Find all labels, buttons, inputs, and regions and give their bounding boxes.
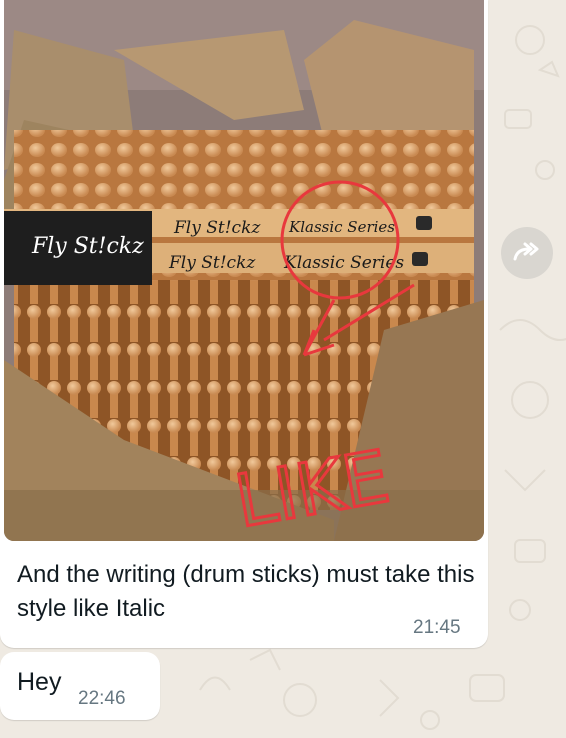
message-caption: And the writing (drum sticks) must take …: [17, 561, 475, 622]
stick-series-text-2: Klassic Series: [283, 253, 404, 273]
message-text: Hey: [17, 668, 62, 696]
forward-icon: [513, 242, 539, 261]
text-message-bubble[interactable]: Hey 22:46: [0, 652, 160, 720]
message-time: 22:46: [78, 688, 126, 709]
image-message-bubble[interactable]: Fly St!ckz Fly St!ckz Fly St!ckz Klassic…: [0, 0, 488, 648]
brand-text-label: Fly St!ckz: [31, 234, 144, 259]
message-photo[interactable]: Fly St!ckz Fly St!ckz Fly St!ckz Klassic…: [4, 0, 484, 541]
stick-brand-text-2: Fly St!ckz: [168, 253, 256, 273]
stick-brand-text-1: Fly St!ckz: [173, 218, 261, 238]
drumsticks-photo-illustration: Fly St!ckz Fly St!ckz Fly St!ckz Klassic…: [4, 0, 484, 541]
forward-button[interactable]: [501, 227, 553, 279]
stick-series-text-1: Klassic Series: [288, 218, 395, 236]
message-time: 21:45: [413, 617, 461, 638]
